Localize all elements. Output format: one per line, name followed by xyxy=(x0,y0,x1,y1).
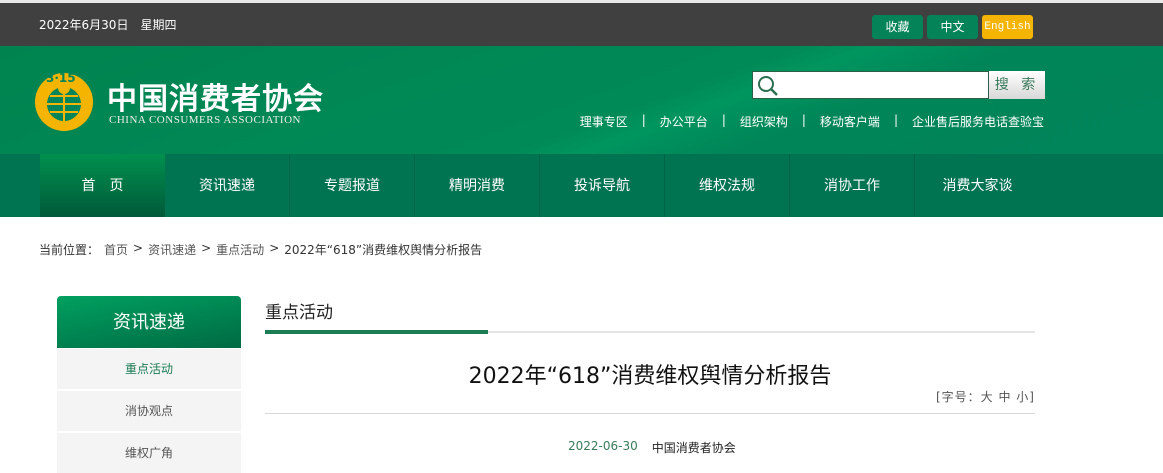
logo-title: 中国消费者协会 xyxy=(107,82,324,117)
chinese-button[interactable]: 中文 xyxy=(927,15,978,39)
link-mobile[interactable]: 移动客户端 xyxy=(820,113,880,130)
article-date: 2022-06-30 xyxy=(568,439,638,453)
breadcrumb-sep: > xyxy=(269,241,280,255)
nav-law[interactable]: 维权法规 xyxy=(665,154,790,217)
breadcrumb: 当前位置： 首页 > 资讯速递 > 重点活动 > 2022年“618”消费维权舆… xyxy=(39,241,482,258)
search-icon xyxy=(758,76,778,96)
article-source: 中国消费者协会 xyxy=(651,441,736,455)
logo-icon[interactable]: 3·15 xyxy=(32,68,96,136)
font-size-control[interactable]: [字号：大 中 小] xyxy=(936,388,1035,405)
breadcrumb-sep: > xyxy=(201,241,212,255)
current-date: 2022年6月30日 星期四 xyxy=(39,18,177,32)
favorite-button[interactable]: 收藏 xyxy=(872,15,923,39)
nav-forum[interactable]: 消费大家谈 xyxy=(915,154,1040,217)
breadcrumb-sep: > xyxy=(133,241,144,255)
link-council[interactable]: 理事专区 xyxy=(580,113,628,130)
sidebar-title: 资讯速递 xyxy=(57,296,241,348)
link-organization[interactable]: 组织架构 xyxy=(740,113,788,130)
link-office[interactable]: 办公平台 xyxy=(660,113,708,130)
section-accent-bar xyxy=(265,330,488,334)
sidebar-item-key-activities[interactable]: 重点活动 xyxy=(57,349,241,389)
breadcrumb-current: 2022年“618”消费维权舆情分析报告 xyxy=(284,243,483,257)
nav-home[interactable]: 首 页 xyxy=(40,154,165,217)
section-title: 重点活动 xyxy=(265,303,333,323)
breadcrumb-news[interactable]: 资讯速递 xyxy=(148,241,196,258)
breadcrumb-activities[interactable]: 重点活动 xyxy=(216,241,264,258)
nav-smart-consumption[interactable]: 精明消费 xyxy=(415,154,540,217)
article-title: 2022年“618”消费维权舆情分析报告 xyxy=(468,364,832,389)
search-button[interactable]: 搜 索 xyxy=(989,71,1045,99)
english-button[interactable]: English xyxy=(982,15,1033,39)
top-bar: 2022年6月30日 星期四 收藏 中文 English xyxy=(0,0,1163,46)
header: 3·15 中国消费者协会 CHINA CONSUMERS ASSOCIATION… xyxy=(0,46,1163,154)
nav-news[interactable]: 资讯速递 xyxy=(165,154,290,217)
svg-text:3·15: 3·15 xyxy=(46,71,76,85)
breadcrumb-label: 当前位置： xyxy=(39,243,100,257)
article-meta: 2022-06-30 中国消费者协会 xyxy=(568,439,736,456)
sidebar-item-viewpoints[interactable]: 消协观点 xyxy=(57,391,241,431)
breadcrumb-home[interactable]: 首页 xyxy=(104,241,128,258)
logo-subtitle: CHINA CONSUMERS ASSOCIATION xyxy=(109,114,301,126)
nav-work[interactable]: 消协工作 xyxy=(790,154,915,217)
title-divider xyxy=(265,413,1035,414)
nav-complaint[interactable]: 投诉导航 xyxy=(540,154,665,217)
main-nav: 首 页 资讯速递 专题报道 精明消费 投诉导航 维权法规 消协工作 消费大家谈 xyxy=(0,154,1163,217)
nav-special[interactable]: 专题报道 xyxy=(290,154,415,217)
quick-links: 理事专区 | 办公平台 | 组织架构 | 移动客户端 | 企业售后服务电话查验宝 xyxy=(579,113,1044,130)
search-input[interactable] xyxy=(752,71,989,99)
link-service-check[interactable]: 企业售后服务电话查验宝 xyxy=(912,113,1044,130)
sidebar-item-rights[interactable]: 维权广角 xyxy=(57,433,241,473)
